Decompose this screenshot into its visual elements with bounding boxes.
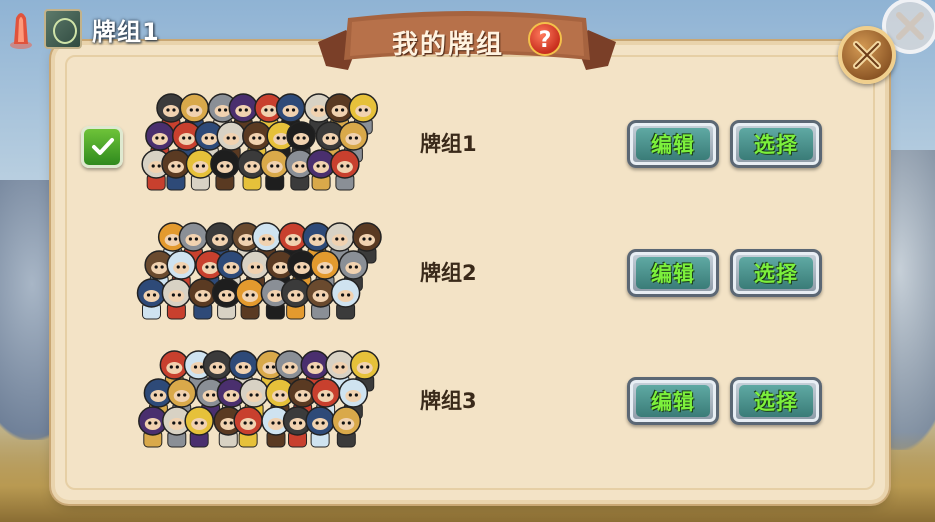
character-figure [280, 278, 311, 320]
deck-row: 牌组2 编辑 选择 [75, 207, 865, 327]
character-figure [305, 278, 336, 320]
deck-characters-image [141, 93, 379, 191]
checkmark-icon [92, 138, 114, 155]
character-figure [306, 149, 336, 191]
select-button-label: 选择 [739, 128, 813, 160]
select-button-label: 选择 [739, 257, 813, 289]
red-crystal-icon [8, 8, 34, 50]
character-figure [330, 149, 360, 191]
deck-name: 牌组3 [420, 389, 477, 413]
character-figure [138, 406, 168, 448]
close-icon [896, 12, 924, 40]
edit-button-label: 编辑 [636, 257, 710, 289]
character-figure [235, 278, 265, 320]
deck-row: 牌组3 编辑 选择 [75, 335, 865, 455]
dialog-title: 我的牌组 [392, 30, 505, 60]
deck-row: 牌组1 编辑 选择 [75, 78, 865, 198]
deck-name: 牌组2 [420, 261, 477, 285]
edit-deck-button[interactable]: 编辑 [627, 377, 719, 425]
select-deck-button[interactable]: 选择 [730, 249, 822, 297]
current-deck-label: 牌组1 [92, 17, 160, 46]
close-icon [853, 41, 881, 69]
deck-characters-image [136, 222, 382, 320]
top-hud: 牌组1 [8, 6, 160, 52]
character-figure [233, 406, 263, 448]
character-figure [211, 278, 242, 320]
select-deck-button[interactable]: 选择 [730, 120, 822, 168]
character-figure [330, 278, 361, 320]
selected-checkbox[interactable] [81, 126, 123, 168]
character-figure [161, 149, 191, 191]
character-figure [188, 278, 218, 320]
dialog-title-ribbon: 我的牌组 ? [318, 8, 616, 70]
edit-button-label: 编辑 [636, 128, 710, 160]
help-icon[interactable]: ? [528, 22, 562, 56]
deck-emblem-icon[interactable] [44, 9, 82, 49]
character-figure [185, 149, 216, 191]
deck-characters-image [138, 350, 380, 448]
character-figure [331, 406, 362, 448]
character-figure [259, 149, 290, 191]
edit-deck-button[interactable]: 编辑 [627, 120, 719, 168]
select-button-label: 选择 [739, 385, 813, 417]
edit-button-label: 编辑 [636, 385, 710, 417]
select-deck-button[interactable]: 选择 [730, 377, 822, 425]
character-figure [184, 406, 214, 448]
character-figure [305, 406, 335, 448]
deck-name: 牌组1 [420, 132, 477, 156]
edit-deck-button[interactable]: 编辑 [627, 249, 719, 297]
close-button[interactable] [838, 26, 896, 84]
character-figure [161, 278, 192, 320]
character-figure [210, 149, 240, 191]
character-figure [136, 278, 167, 320]
